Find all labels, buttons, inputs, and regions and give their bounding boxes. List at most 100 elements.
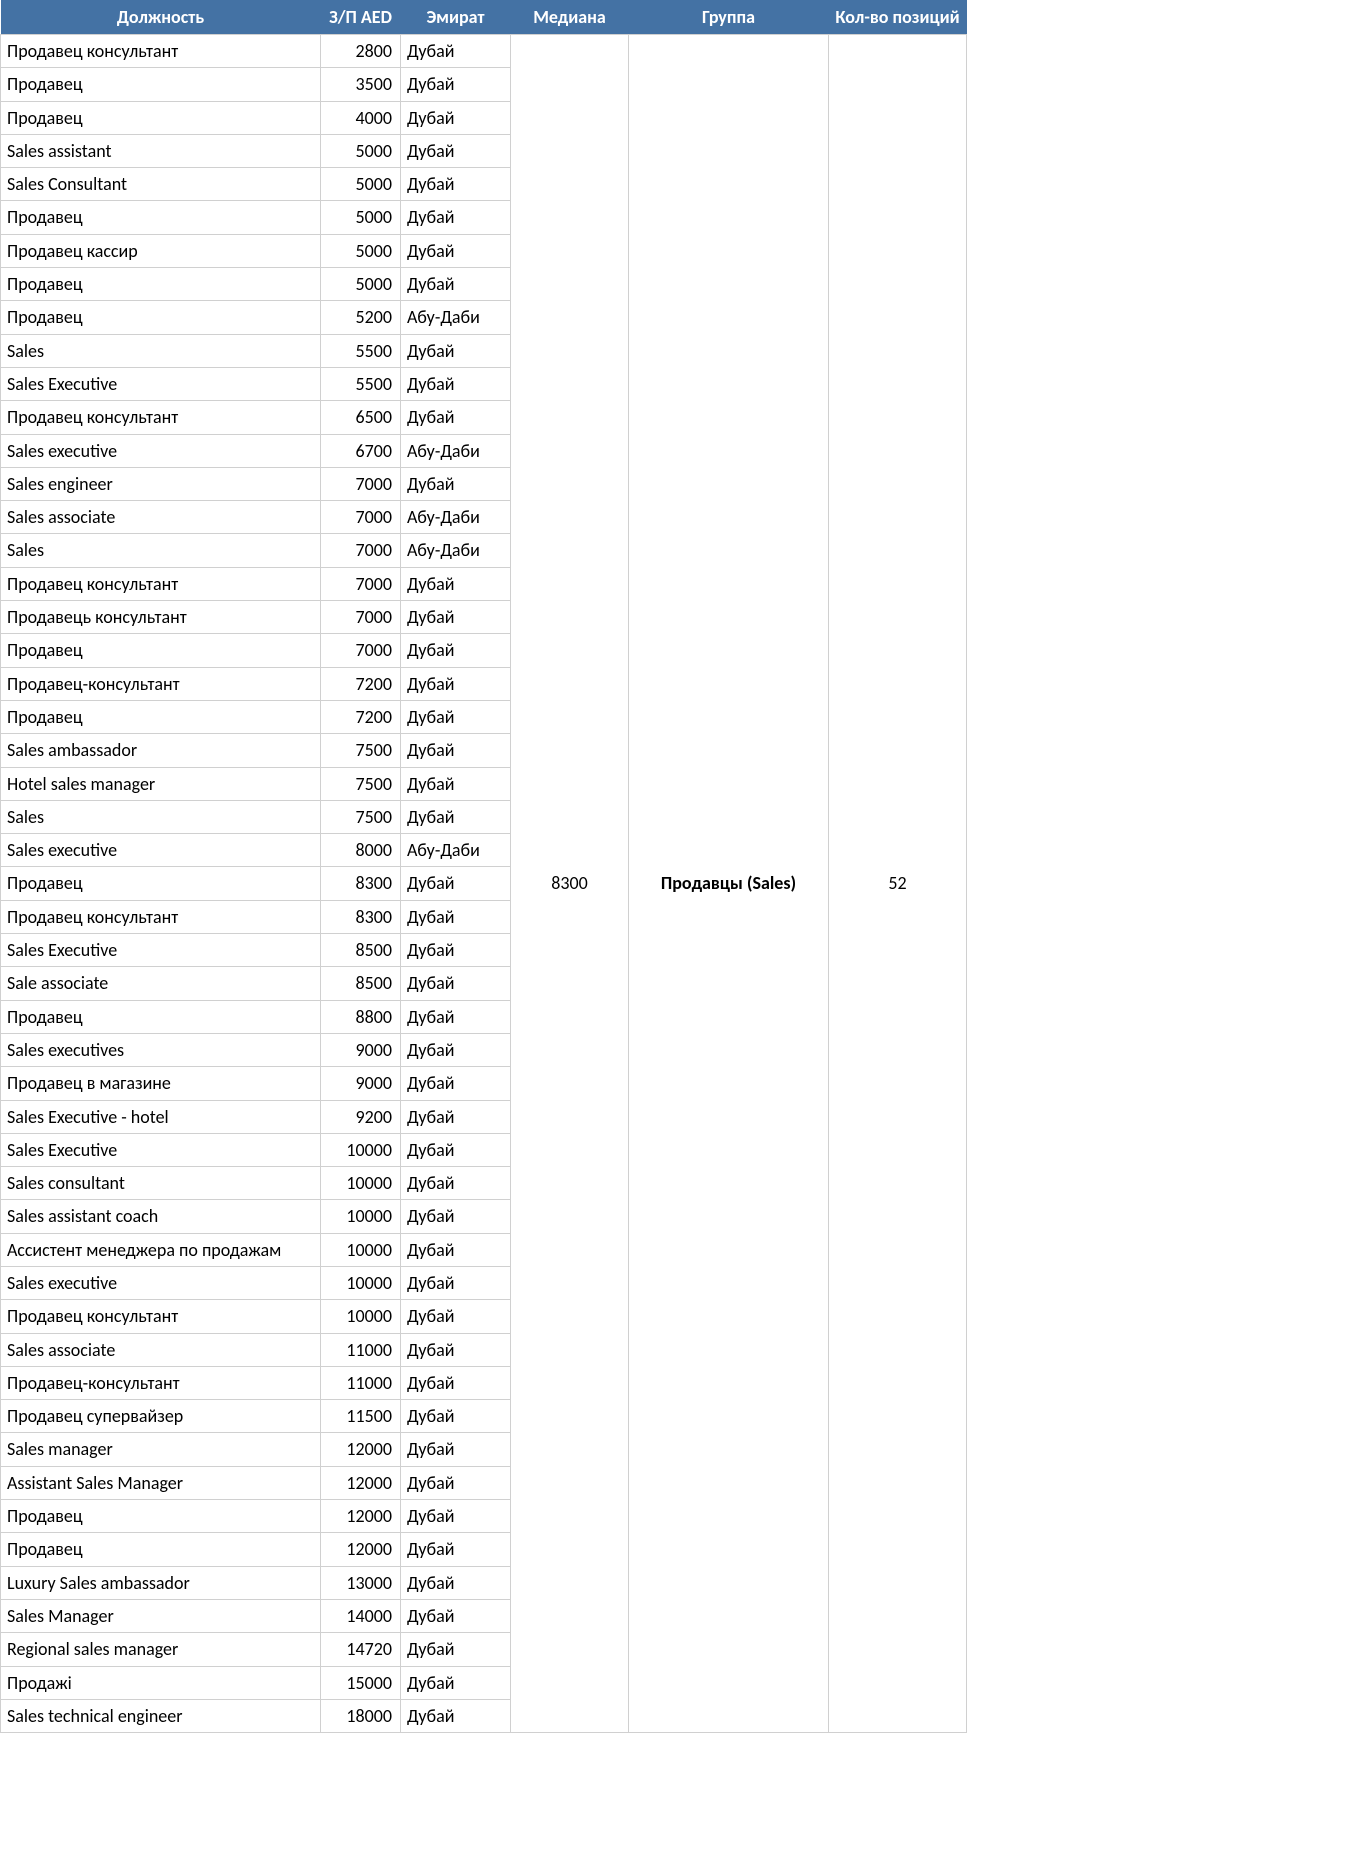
cell-position: Продавец [1, 68, 321, 101]
cell-position: Продавец-консультант [1, 667, 321, 700]
cell-position: Продавец [1, 700, 321, 733]
cell-emirate: Дубай [401, 1566, 511, 1599]
cell-emirate: Абу-Даби [401, 434, 511, 467]
cell-emirate: Дубай [401, 734, 511, 767]
cell-emirate: Дубай [401, 1500, 511, 1533]
cell-salary: 13000 [321, 1566, 401, 1599]
cell-position: Sales executive [1, 434, 321, 467]
cell-emirate: Дубай [401, 934, 511, 967]
cell-emirate: Дубай [401, 1466, 511, 1499]
cell-position: Sales Consultant [1, 168, 321, 201]
cell-position: Sales Executive [1, 934, 321, 967]
cell-emirate: Дубай [401, 1167, 511, 1200]
cell-emirate: Дубай [401, 1533, 511, 1566]
cell-emirate: Дубай [401, 234, 511, 267]
cell-position: Sales assistant [1, 134, 321, 167]
cell-salary: 5200 [321, 301, 401, 334]
cell-position: Продавец консультант [1, 35, 321, 68]
cell-position: Продажі [1, 1666, 321, 1699]
cell-emirate: Дубай [401, 867, 511, 900]
cell-salary: 9200 [321, 1100, 401, 1133]
salary-table: Должность З/П AED Эмират Медиана Группа … [0, 0, 967, 1733]
cell-salary: 5000 [321, 201, 401, 234]
cell-position: Продавец [1, 1500, 321, 1533]
cell-emirate: Дубай [401, 667, 511, 700]
cell-salary: 12000 [321, 1533, 401, 1566]
cell-count: 52 [829, 35, 967, 1733]
cell-position: Regional sales manager [1, 1633, 321, 1666]
cell-emirate: Дубай [401, 68, 511, 101]
cell-position: Sales executive [1, 1266, 321, 1299]
cell-position: Sales Executive [1, 367, 321, 400]
table-row: Продавец консультант2800Дубай8300Продавц… [1, 35, 967, 68]
cell-position: Sales Executive [1, 1133, 321, 1166]
table-header: Должность З/П AED Эмират Медиана Группа … [1, 0, 967, 35]
cell-position: Sales Manager [1, 1599, 321, 1632]
cell-salary: 8500 [321, 934, 401, 967]
cell-salary: 8800 [321, 1000, 401, 1033]
cell-position: Продавець консультант [1, 601, 321, 634]
cell-salary: 7500 [321, 734, 401, 767]
cell-position: Sales consultant [1, 1167, 321, 1200]
cell-salary: 11000 [321, 1366, 401, 1399]
cell-salary: 5000 [321, 234, 401, 267]
cell-emirate: Дубай [401, 967, 511, 1000]
cell-position: Luxury Sales ambassador [1, 1566, 321, 1599]
cell-position: Продавец консультант [1, 900, 321, 933]
cell-salary: 4000 [321, 101, 401, 134]
cell-emirate: Дубай [401, 1400, 511, 1433]
cell-position: Продавец кассир [1, 234, 321, 267]
cell-salary: 10000 [321, 1133, 401, 1166]
cell-emirate: Дубай [401, 401, 511, 434]
cell-salary: 9000 [321, 1067, 401, 1100]
cell-position: Sale associate [1, 967, 321, 1000]
cell-emirate: Дубай [401, 201, 511, 234]
cell-emirate: Дубай [401, 1200, 511, 1233]
cell-salary: 8000 [321, 834, 401, 867]
cell-emirate: Дубай [401, 1433, 511, 1466]
cell-emirate: Дубай [401, 1067, 511, 1100]
cell-salary: 7000 [321, 567, 401, 600]
cell-emirate: Дубай [401, 334, 511, 367]
cell-emirate: Дубай [401, 1000, 511, 1033]
cell-position: Продавец [1, 1000, 321, 1033]
cell-position: Продавец в магазине [1, 1067, 321, 1100]
cell-salary: 12000 [321, 1433, 401, 1466]
cell-emirate: Дубай [401, 35, 511, 68]
cell-salary: 7200 [321, 667, 401, 700]
cell-salary: 7000 [321, 634, 401, 667]
cell-emirate: Дубай [401, 800, 511, 833]
cell-salary: 8300 [321, 867, 401, 900]
cell-emirate: Дубай [401, 567, 511, 600]
cell-emirate: Дубай [401, 467, 511, 500]
cell-position: Sales [1, 534, 321, 567]
cell-emirate: Дубай [401, 1599, 511, 1632]
cell-salary: 7500 [321, 800, 401, 833]
cell-salary: 7000 [321, 501, 401, 534]
cell-emirate: Дубай [401, 1233, 511, 1266]
cell-emirate: Дубай [401, 634, 511, 667]
cell-group: Продавцы (Sales) [629, 35, 829, 1733]
cell-salary: 6700 [321, 434, 401, 467]
header-position: Должность [1, 0, 321, 35]
cell-emirate: Абу-Даби [401, 534, 511, 567]
cell-salary: 10000 [321, 1233, 401, 1266]
cell-emirate: Дубай [401, 1266, 511, 1299]
cell-median: 8300 [511, 35, 629, 1733]
cell-salary: 12000 [321, 1500, 401, 1533]
cell-position: Sales executive [1, 834, 321, 867]
cell-position: Продавец [1, 634, 321, 667]
cell-salary: 7200 [321, 700, 401, 733]
cell-emirate: Дубай [401, 1333, 511, 1366]
cell-salary: 5000 [321, 268, 401, 301]
cell-position: Продавец консультант [1, 401, 321, 434]
cell-emirate: Дубай [401, 1699, 511, 1732]
cell-emirate: Дубай [401, 1033, 511, 1066]
cell-position: Sales engineer [1, 467, 321, 500]
cell-salary: 9000 [321, 1033, 401, 1066]
cell-position: Продавец-консультант [1, 1366, 321, 1399]
header-median: Медиана [511, 0, 629, 35]
cell-emirate: Дубай [401, 367, 511, 400]
cell-salary: 5500 [321, 367, 401, 400]
cell-position: Hotel sales manager [1, 767, 321, 800]
